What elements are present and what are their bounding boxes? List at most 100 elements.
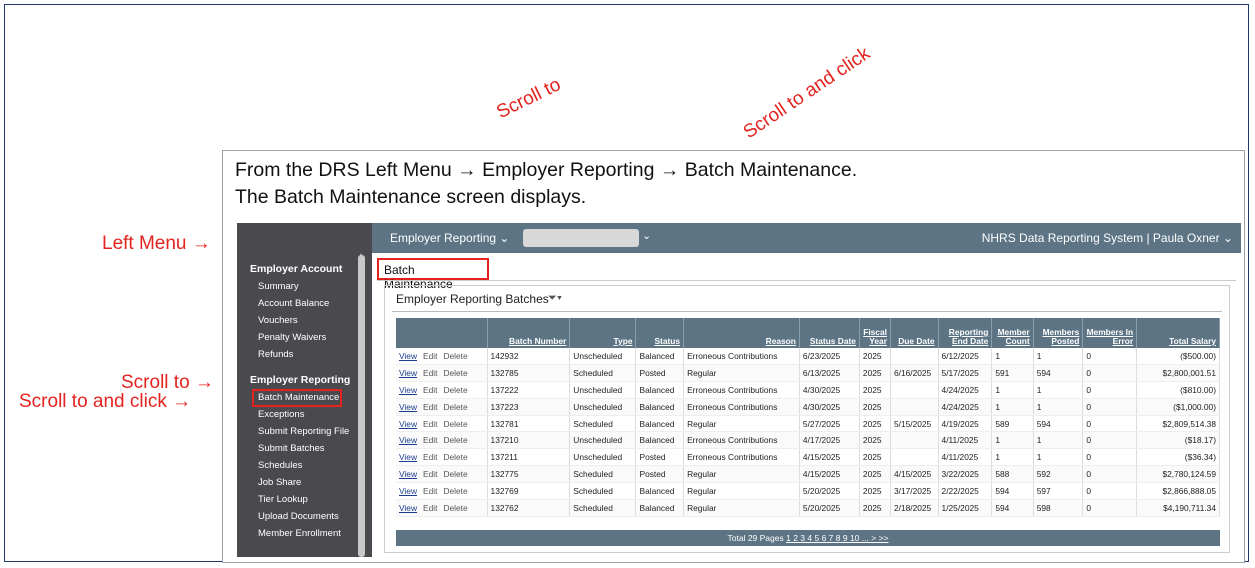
column-header[interactable]: Status	[635, 318, 685, 348]
row-actions: View Edit Delete	[396, 381, 488, 399]
table-cell: 3/22/2025	[938, 465, 993, 484]
delete-link[interactable]: Delete	[443, 486, 467, 496]
divider	[377, 280, 1236, 281]
page-link[interactable]: 2	[791, 533, 798, 543]
column-header[interactable]: Due Date	[890, 318, 939, 348]
table-cell: 132762	[487, 499, 571, 517]
delete-link[interactable]: Delete	[443, 368, 467, 378]
table-cell: 2025	[859, 415, 891, 433]
sidebar-item-account-balance[interactable]: Account Balance	[258, 298, 329, 309]
sidebar-item-submit-reporting-file[interactable]: Submit Reporting File	[258, 426, 349, 437]
instruction-line-2: The Batch Maintenance screen displays.	[235, 186, 587, 208]
delete-link[interactable]: Delete	[443, 435, 467, 445]
table-cell: Balanced	[635, 482, 685, 501]
sidebar-item-submit-batches[interactable]: Submit Batches	[258, 443, 325, 454]
page-link[interactable]: 3	[798, 533, 805, 543]
view-link[interactable]: View	[399, 368, 417, 378]
employer-select[interactable]	[523, 229, 639, 247]
delete-link[interactable]: Delete	[443, 402, 467, 412]
page-link[interactable]: 10	[848, 533, 859, 543]
table-cell: 588	[991, 465, 1034, 484]
sidebar-item-job-share[interactable]: Job Share	[258, 477, 301, 488]
sidebar-item-exceptions[interactable]: Exceptions	[258, 409, 304, 420]
system-user-menu[interactable]: NHRS Data Reporting System | Paula Oxner…	[982, 231, 1233, 245]
sidebar-item-penalty-waivers[interactable]: Penalty Waivers	[258, 332, 326, 343]
table-cell: 1	[1033, 398, 1084, 416]
edit-link[interactable]: Edit	[423, 351, 437, 361]
sidebar-item-batch-maintenance[interactable]: Batch Maintenance	[258, 392, 339, 403]
table-row: View Edit Delete 137222 Unscheduled Balanced E…	[396, 381, 1220, 399]
view-link[interactable]: View	[399, 486, 417, 496]
view-link[interactable]: View	[399, 452, 417, 462]
edit-link[interactable]: Edit	[423, 486, 437, 496]
edit-link[interactable]: Edit	[423, 435, 437, 445]
sidebar-header-employer-reporting[interactable]: Employer Reporting	[250, 374, 350, 386]
edit-link[interactable]: Edit	[423, 469, 437, 479]
edit-link[interactable]: Edit	[423, 419, 437, 429]
table-cell: 597	[1033, 482, 1084, 501]
column-header[interactable]: Reporting End Date	[938, 318, 993, 348]
table-cell: 4/19/2025	[938, 415, 993, 433]
view-link[interactable]: View	[399, 351, 417, 361]
delete-link[interactable]: Delete	[443, 385, 467, 395]
table-cell: ($18.17)	[1136, 431, 1220, 450]
edit-link[interactable]: Edit	[423, 385, 437, 395]
table-cell: Scheduled	[569, 499, 637, 517]
sidebar-header-employer-account: Employer Account	[250, 263, 343, 275]
view-link[interactable]: View	[399, 385, 417, 395]
column-header[interactable]: Status Date	[799, 318, 860, 348]
sidebar-item-schedules[interactable]: Schedules	[258, 460, 302, 471]
table-cell: 0	[1082, 364, 1138, 382]
edit-link[interactable]: Edit	[423, 452, 437, 462]
page-link[interactable]: ...	[859, 533, 869, 543]
table-cell: 1/25/2025	[938, 499, 993, 517]
column-header[interactable]: Type	[569, 318, 637, 348]
table-cell: 137211	[487, 448, 571, 467]
page-link[interactable]: >>	[876, 533, 889, 543]
chevron-down-icon[interactable]: ⌄	[642, 229, 651, 242]
delete-link[interactable]: Delete	[443, 419, 467, 429]
column-header[interactable]: Members Posted	[1033, 318, 1084, 348]
row-actions: View Edit Delete	[396, 431, 488, 450]
table-cell	[890, 431, 939, 450]
table-cell: 4/15/2025	[890, 465, 939, 484]
delete-link[interactable]: Delete	[443, 503, 467, 513]
table-cell: Erroneous Contributions	[683, 448, 800, 467]
delete-link[interactable]: Delete	[443, 351, 467, 361]
edit-link[interactable]: Edit	[423, 402, 437, 412]
view-link[interactable]: View	[399, 419, 417, 429]
sidebar-item-refunds[interactable]: Refunds	[258, 349, 293, 360]
employer-reporting-menu[interactable]: Employer Reporting ⌄	[390, 231, 509, 245]
delete-link[interactable]: Delete	[443, 452, 467, 462]
table-cell: Posted	[635, 364, 685, 382]
table-cell: 2/18/2025	[890, 499, 939, 517]
sidebar-scrollbar[interactable]	[358, 255, 365, 557]
column-header[interactable]: Batch Number	[487, 318, 571, 348]
column-header[interactable]: Fiscal Year	[859, 318, 891, 348]
view-link[interactable]: View	[399, 402, 417, 412]
filter-icon[interactable]: ⏷▾	[548, 292, 562, 305]
view-link[interactable]: View	[399, 435, 417, 445]
table-cell: 5/15/2025	[890, 415, 939, 433]
view-link[interactable]: View	[399, 469, 417, 479]
page-link[interactable]: 9	[841, 533, 848, 543]
sidebar-item-upload-documents[interactable]: Upload Documents	[258, 511, 339, 522]
column-header[interactable]: Reason	[683, 318, 800, 348]
edit-link[interactable]: Edit	[423, 368, 437, 378]
column-header[interactable]: Member Count	[991, 318, 1034, 348]
table-cell: 2/22/2025	[938, 482, 993, 501]
sidebar-item-member-enrollment[interactable]: Member Enrollment	[258, 528, 341, 539]
edit-link[interactable]: Edit	[423, 503, 437, 513]
table-cell: Scheduled	[569, 465, 637, 484]
sidebar-item-tier-lookup[interactable]: Tier Lookup	[258, 494, 308, 505]
delete-link[interactable]: Delete	[443, 469, 467, 479]
table-cell	[890, 448, 939, 467]
table-cell: 0	[1082, 448, 1138, 467]
column-header[interactable]: Total Salary	[1136, 318, 1220, 348]
sidebar-item-vouchers[interactable]: Vouchers	[258, 315, 298, 326]
table-cell: $2,780,124.59	[1136, 465, 1220, 484]
page-link[interactable]: 8	[833, 533, 841, 543]
sidebar-item-summary[interactable]: Summary	[258, 281, 299, 292]
column-header[interactable]: Members In Error	[1082, 318, 1138, 348]
view-link[interactable]: View	[399, 503, 417, 513]
